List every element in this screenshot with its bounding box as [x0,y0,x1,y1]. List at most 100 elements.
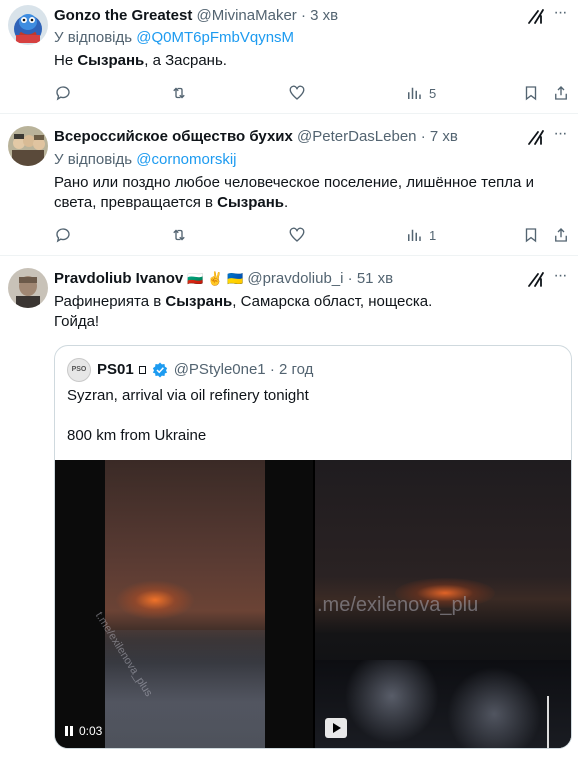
author-handle[interactable]: @PeterDasLeben [297,128,416,145]
text-fragment: , Самарска област, нощеска. [232,293,433,310]
tweet-header: Всероссийское общество бухих @PeterDasLe… [54,127,458,147]
timestamp[interactable]: 7 хв [430,128,458,145]
play-icon[interactable] [325,718,347,738]
highlighted-term: Сызрань [77,52,145,69]
tweet-text: Не Сызрань, а Засрань. [54,51,227,71]
avatar-image [8,268,48,308]
separator-dot: · [300,7,306,24]
more-icon[interactable]: ··· [550,5,570,26]
views-button[interactable]: 5 [405,82,436,104]
more-icon[interactable]: ··· [550,126,570,147]
like-button[interactable] [288,82,306,104]
retweet-icon [173,87,185,99]
views-button[interactable]: 1 [405,224,436,246]
more-icon[interactable]: ··· [550,268,570,289]
grok-icon[interactable] [526,6,546,26]
verified-badge-icon [152,362,167,378]
timestamp[interactable]: 51 хв [357,270,393,287]
ground [105,630,265,748]
reply-context: У відповідь @Q0MT6pFmbVqynsM [54,28,294,48]
author-name[interactable]: Pravdoliub Ivanov [54,270,183,287]
bookmark-icon [525,228,537,243]
lamp-post [547,696,549,748]
avatar-image [8,5,48,45]
video-2[interactable]: .me/exilenova_plu [315,460,571,748]
quote-author-handle[interactable]: @PStyle0ne1 [174,360,266,380]
text-line: Рано или поздно любое человеческое посел… [54,174,534,191]
action-bar: 5 [52,82,572,104]
timestamp[interactable]: 3 хв [310,7,338,24]
quoted-tweet[interactable]: PSO PS01 @PStyle0ne1 · 2 год Syzran, arr… [54,345,572,749]
share-button[interactable] [552,82,570,104]
text-fragment: света, превращается в [54,194,218,211]
separator-dot: · [347,270,353,287]
author-name[interactable]: Всероссийское общество бухих [54,128,293,145]
grok-icon[interactable] [526,269,546,289]
quote-header: PS01 @PStyle0ne1 · 2 год [97,360,313,380]
share-button[interactable] [552,224,570,246]
quote-author-name[interactable]: PS01 [97,360,134,380]
bookmark-button[interactable] [522,224,540,246]
avatar[interactable] [8,268,48,308]
reply-icon [56,228,70,243]
text-line: Рафинерията в Сызрань, Самарска област, … [54,292,554,312]
share-icon [555,86,567,100]
square-icon [138,366,146,374]
reply-icon [56,86,70,101]
author-name[interactable]: Gonzo the Greatest [54,7,192,24]
text-fragment: Рафинерията в [54,293,166,310]
tweet-header: Gonzo the Greatest @MivinaMaker · 3 хв [54,6,338,26]
separator-dot: · [269,361,275,378]
author-handle[interactable]: @MivinaMaker [197,7,297,24]
highlighted-term: Сызрань [217,194,285,211]
text-fragment: . [284,194,289,211]
quote-timestamp[interactable]: 2 год [279,360,313,380]
avatar-image [8,126,48,166]
retweet-button[interactable] [170,82,188,104]
quote-text-line2: 800 km from Ukraine [67,427,207,444]
text-line: Гойда! [54,313,100,330]
video-controls: 0:03 [65,724,102,738]
text-line: света, превращается в Сызрань. [54,193,554,213]
tweet-text: Рано или поздно любое человеческое посел… [54,173,554,213]
flags-emoji: 🇧🇬 ✌️ 🇺🇦 [187,271,244,286]
heart-icon [289,85,305,100]
reply-prefix: У відповідь [54,29,133,46]
views-icon [408,87,421,99]
reply-button[interactable] [54,82,72,104]
reply-to-link[interactable]: @Q0MT6pFmbVqynsM [136,29,294,46]
reply-to-link[interactable]: @cornomorskij [136,151,236,168]
tweet-2[interactable]: Всероссийское общество бухих @PeterDasLe… [0,114,578,256]
avatar[interactable] [8,126,48,166]
bookmark-icon [525,86,537,101]
fire-glow [115,580,195,620]
city-lights [315,660,571,748]
video-1[interactable]: t.me/exilenova_plus 0:03 [55,460,313,748]
retweet-button[interactable] [170,224,188,246]
reply-prefix: У відповідь [54,151,133,168]
highlighted-term: Сызрань [165,293,233,310]
share-icon [555,228,567,242]
views-icon [408,229,421,241]
avatar[interactable] [8,5,48,45]
reply-button[interactable] [54,224,72,246]
tweet-text: Рафинерията в Сызрань, Самарска област, … [54,292,554,332]
views-count: 5 [429,85,437,101]
media-grid: t.me/exilenova_plus 0:03 .me/exilenova_p… [55,460,571,748]
tweet-header: Pravdoliub Ivanov 🇧🇬 ✌️ 🇺🇦 @pravdoliub_i… [54,269,393,289]
like-button[interactable] [288,224,306,246]
text-fragment: Не [54,52,78,69]
pause-icon[interactable] [65,726,73,736]
bookmark-button[interactable] [522,82,540,104]
grok-icon[interactable] [526,127,546,147]
views-count: 1 [429,227,437,243]
heart-icon [289,227,305,242]
quote-avatar[interactable]: PSO [67,358,91,382]
video-watermark: .me/exilenova_plu [317,594,479,616]
tweet-1[interactable]: Gonzo the Greatest @MivinaMaker · 3 хв ·… [0,0,578,114]
quote-text-line1: Syzran, arrival via oil refinery tonight [67,387,309,404]
text-fragment: , а Засрань. [144,52,227,69]
video-time: 0:03 [79,724,103,738]
author-handle[interactable]: @pravdoliub_i [247,270,343,287]
retweet-icon [173,229,185,241]
